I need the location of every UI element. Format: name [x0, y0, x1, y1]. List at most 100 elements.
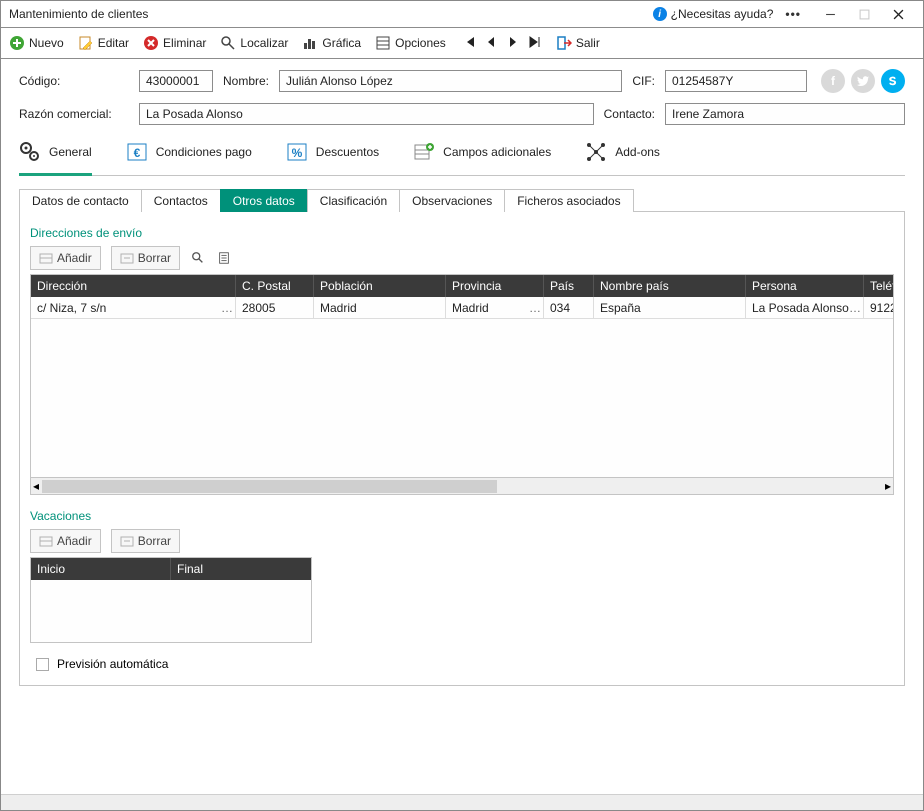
exit-icon: [556, 35, 572, 51]
locate-label: Localizar: [240, 36, 288, 50]
add-row-icon: [39, 534, 53, 548]
search-icon: [220, 35, 236, 51]
nav-next-button[interactable]: [506, 35, 520, 52]
chart-button[interactable]: Gráfica: [302, 35, 361, 51]
codigo-label: Código:: [19, 74, 129, 88]
menu-dots[interactable]: •••: [785, 7, 801, 21]
maximize-button[interactable]: [847, 2, 881, 26]
new-button[interactable]: Nuevo: [9, 35, 64, 51]
col-poblacion[interactable]: Población: [314, 275, 446, 297]
dir-grid-header: Dirección C. Postal Población Provincia …: [31, 275, 893, 297]
subtab-contactos[interactable]: Contactos: [141, 189, 221, 212]
vac-add-button[interactable]: Añadir: [30, 529, 101, 553]
subtab-datos[interactable]: Datos de contacto: [19, 189, 142, 212]
codigo-input[interactable]: [139, 70, 213, 92]
info-icon: i: [653, 7, 667, 21]
fields-icon: [413, 141, 435, 163]
percent-icon: %: [286, 141, 308, 163]
tab-condiciones[interactable]: € Condiciones pago: [126, 135, 252, 176]
cell-pais: 034: [544, 297, 594, 319]
dir-doc-button[interactable]: [216, 250, 232, 266]
cif-input[interactable]: [665, 70, 807, 92]
euro-icon: €: [126, 141, 148, 163]
tab-descuentos[interactable]: % Descuentos: [286, 135, 379, 176]
nombre-input[interactable]: [279, 70, 622, 92]
exit-label: Salir: [576, 36, 600, 50]
help-label: ¿Necesitas ayuda?: [671, 7, 774, 21]
vac-del-button[interactable]: Borrar: [111, 529, 180, 553]
edit-button[interactable]: Editar: [78, 35, 129, 51]
subtab-otros[interactable]: Otros datos: [220, 189, 308, 212]
options-label: Opciones: [395, 36, 446, 50]
col-direccion[interactable]: Dirección: [31, 275, 236, 297]
options-icon: [375, 35, 391, 51]
col-telefono[interactable]: Teléfo: [864, 275, 893, 297]
cell-telefono: 912254: [864, 297, 893, 319]
cell-provincia: Madrid: [452, 301, 489, 315]
vac-grid-header: Inicio Final: [31, 558, 311, 580]
col-provincia[interactable]: Provincia: [446, 275, 544, 297]
close-button[interactable]: [881, 2, 915, 26]
subtab-obs[interactable]: Observaciones: [399, 189, 505, 212]
col-final[interactable]: Final: [171, 558, 311, 580]
tab-campos[interactable]: Campos adicionales: [413, 135, 551, 176]
twitter-icon[interactable]: [851, 69, 875, 93]
minimize-button[interactable]: [813, 2, 847, 26]
col-inicio[interactable]: Inicio: [31, 558, 171, 580]
direcciones-title: Direcciones de envío: [30, 226, 894, 240]
nav-first-button[interactable]: [462, 35, 476, 52]
col-cp[interactable]: C. Postal: [236, 275, 314, 297]
svg-text:%: %: [291, 146, 302, 160]
delete-button[interactable]: Eliminar: [143, 35, 206, 51]
cif-label: CIF:: [632, 74, 655, 88]
del-row-icon: [120, 251, 134, 265]
chart-label: Gráfica: [322, 36, 361, 50]
razon-input[interactable]: [139, 103, 594, 125]
dir-add-label: Añadir: [57, 251, 92, 265]
col-nombrepais[interactable]: Nombre país: [594, 275, 746, 297]
nav-last-button[interactable]: [528, 35, 542, 52]
locate-button[interactable]: Localizar: [220, 35, 288, 51]
scroll-thumb[interactable]: [42, 480, 497, 493]
scroll-right-icon[interactable]: ▸: [885, 479, 891, 493]
dir-add-button[interactable]: Añadir: [30, 246, 101, 270]
dir-row[interactable]: c/ Niza, 7 s/n… 28005 Madrid Madrid… 034…: [31, 297, 893, 319]
tab-campos-label: Campos adicionales: [443, 145, 551, 159]
vacaciones-title: Vacaciones: [30, 509, 894, 523]
plus-icon: [9, 35, 25, 51]
col-persona[interactable]: Persona: [746, 275, 864, 297]
chart-icon: [302, 35, 318, 51]
tab-addons-label: Add-ons: [615, 145, 660, 159]
prevision-checkbox[interactable]: [36, 658, 49, 671]
subtab-fich[interactable]: Ficheros asociados: [504, 189, 633, 212]
dir-hscrollbar[interactable]: ◂ ▸: [31, 477, 893, 494]
new-label: Nuevo: [29, 36, 64, 50]
contacto-input[interactable]: [665, 103, 905, 125]
subtab-clasif[interactable]: Clasificación: [307, 189, 400, 212]
edit-label: Editar: [98, 36, 129, 50]
nav-prev-button[interactable]: [484, 35, 498, 52]
facebook-icon[interactable]: f: [821, 69, 845, 93]
ellipsis-icon[interactable]: …: [221, 301, 233, 315]
contacto-label: Contacto:: [604, 107, 655, 121]
ellipsis-icon[interactable]: …: [849, 301, 861, 315]
cell-persona: La Posada Alonso: [752, 301, 849, 315]
tab-general-label: General: [49, 145, 92, 159]
add-row-icon: [39, 251, 53, 265]
options-button[interactable]: Opciones: [375, 35, 446, 51]
col-pais[interactable]: País: [544, 275, 594, 297]
ellipsis-icon[interactable]: …: [529, 301, 541, 315]
help-link[interactable]: i ¿Necesitas ayuda?: [653, 7, 774, 21]
dir-search-button[interactable]: [190, 250, 206, 266]
delete-icon: [143, 35, 159, 51]
tab-general[interactable]: General: [19, 135, 92, 176]
skype-icon[interactable]: [881, 69, 905, 93]
delete-label: Eliminar: [163, 36, 206, 50]
dir-del-button[interactable]: Borrar: [111, 246, 180, 270]
exit-button[interactable]: Salir: [556, 35, 600, 51]
cell-direccion: c/ Niza, 7 s/n: [37, 301, 106, 315]
cell-nombrepais: España: [594, 297, 746, 319]
gear-icon: [19, 141, 41, 163]
tab-addons[interactable]: Add-ons: [585, 135, 660, 176]
scroll-left-icon[interactable]: ◂: [33, 479, 39, 493]
